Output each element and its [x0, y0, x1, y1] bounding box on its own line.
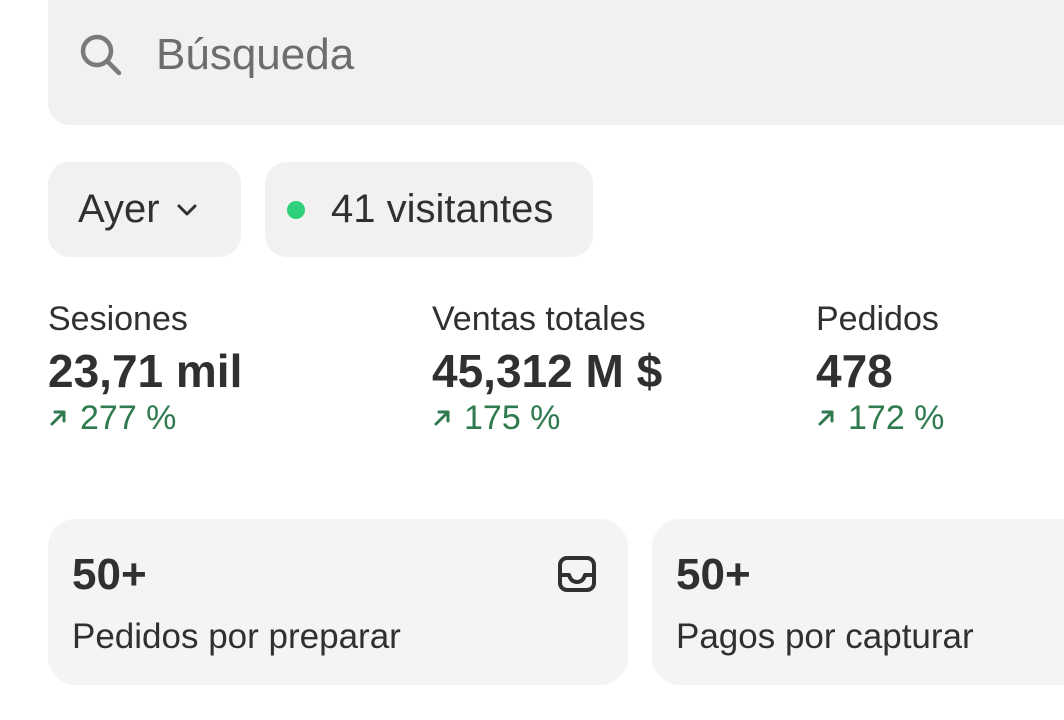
- card-label: Pagos por capturar: [676, 617, 974, 656]
- card-count: 50+: [72, 550, 147, 599]
- arrow-up-right-icon: [50, 410, 66, 426]
- card-label: Pedidos por preparar: [72, 617, 401, 656]
- home-dashboard: Búsqueda Ayer 41 visitantes Sesiones 23,…: [0, 0, 1064, 720]
- live-visitors-button[interactable]: 41 visitantes: [265, 162, 593, 257]
- metric-delta: 175 %: [432, 398, 662, 438]
- metric-total-sales[interactable]: Ventas totales 45,312 M $ 175 %: [432, 298, 662, 438]
- live-indicator-icon: [287, 200, 305, 219]
- metric-delta-value: 172 %: [848, 399, 945, 437]
- arrow-up-right-icon: [818, 410, 834, 426]
- date-range-button[interactable]: Ayer: [48, 162, 241, 257]
- orders-to-fulfill-card[interactable]: 50+ Pedidos por preparar: [48, 519, 628, 685]
- metric-value: 45,312 M $: [432, 345, 663, 397]
- metric-label: Ventas totales: [432, 300, 646, 338]
- metric-delta: 277 %: [48, 398, 242, 438]
- metric-label: Pedidos: [816, 300, 939, 338]
- metric-value: 478: [816, 345, 893, 397]
- metric-delta: 172 %: [816, 398, 944, 438]
- payments-to-capture-card[interactable]: 50+ Pagos por capturar: [652, 519, 1064, 685]
- metric-value: 23,71 mil: [48, 345, 243, 397]
- chevron-down-icon: [177, 204, 197, 215]
- metric-delta-value: 175 %: [464, 399, 561, 437]
- date-range-label: Ayer: [78, 187, 160, 231]
- search-icon: [80, 34, 122, 76]
- inbox-icon: [558, 556, 596, 592]
- live-visitors-label: 41 visitantes: [331, 187, 554, 231]
- metric-orders[interactable]: Pedidos 478 172 %: [816, 298, 944, 438]
- metric-delta-value: 277 %: [80, 399, 177, 437]
- card-count: 50+: [676, 550, 751, 599]
- search-bar[interactable]: Búsqueda: [48, 0, 1064, 125]
- metric-sessions[interactable]: Sesiones 23,71 mil 277 %: [48, 298, 242, 438]
- arrow-up-right-icon: [434, 410, 450, 426]
- metric-label: Sesiones: [48, 300, 188, 338]
- search-placeholder: Búsqueda: [156, 30, 355, 79]
